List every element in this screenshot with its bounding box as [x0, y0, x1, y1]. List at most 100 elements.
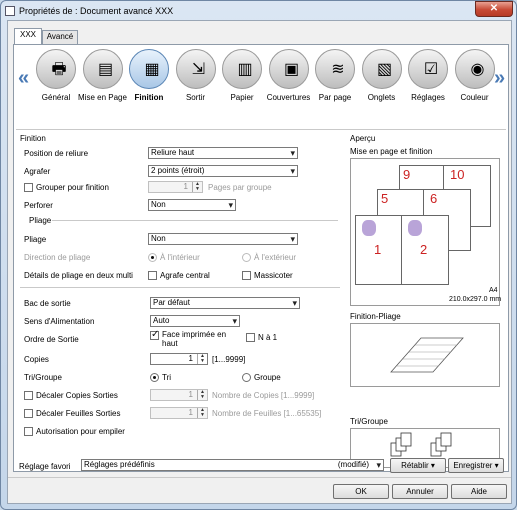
page-number-6: 6	[430, 191, 438, 206]
enregistrer-button[interactable]: Enregistrer ▾	[448, 458, 504, 473]
category-settings[interactable]: ☑ Réglages	[406, 49, 450, 127]
grouper-checkbox[interactable]	[24, 183, 33, 192]
interieur-label: À l'intérieur	[160, 253, 200, 262]
interieur-radio[interactable]	[148, 253, 157, 262]
reglage-favori-select[interactable]: Réglages prédéfinis (modifié)	[81, 459, 384, 471]
layout-preview: 9 10 5 6 1 2 A4 210.0x297.0 mm	[350, 158, 501, 306]
n-a-1-checkbox[interactable]	[246, 333, 255, 342]
page-number-2: 2	[420, 242, 428, 257]
decaler-copies-stepper[interactable]: 1 ▲ ▼	[150, 389, 208, 401]
category-layout[interactable]: ▤ Mise en Page	[78, 49, 127, 127]
settings-icon: ☑	[423, 61, 439, 78]
copies-stepper[interactable]: 1 ▲ ▼	[150, 353, 208, 365]
category-icon-frame: 🖶	[36, 49, 76, 89]
category-icon-frame: ◉	[454, 49, 495, 89]
paper-size: A4	[489, 287, 498, 294]
category-tabs[interactable]: ▧ Onglets	[360, 49, 404, 127]
category-bar: « 🖶 Général ▤ Mise en Page ▦ Finition ⇲ Sortir ▥…	[14, 45, 508, 131]
finition-pliage-label: Finition-Pliage	[350, 312, 401, 321]
bac-sortie-select[interactable]: Par défaut	[150, 297, 300, 309]
aide-button[interactable]: Aide	[451, 484, 507, 499]
details-pliage-label: Détails de pliage en deux multi	[24, 271, 133, 280]
color-icon: ◉	[470, 61, 485, 78]
category-cover[interactable]: ▣ Couvertures	[267, 49, 311, 127]
decaler-feuilles-stepper[interactable]: 1 ▲ ▼	[150, 407, 208, 419]
category-icon-frame: ▧	[361, 49, 402, 89]
paper-icon: ▥	[237, 61, 253, 78]
face-imprimee-checkbox[interactable]	[150, 329, 159, 340]
cover-icon: ▣	[283, 61, 300, 78]
perforer-select[interactable]: Non	[148, 199, 236, 211]
window-title: Propriétés de : Document avancé XXX	[19, 6, 174, 16]
preview-page-1: 1	[355, 215, 403, 285]
pliage-label: Pliage	[24, 235, 47, 244]
title-bar: Propriétés de : Document avancé XXX	[5, 4, 475, 18]
category-printer[interactable]: 🖶 Général	[34, 49, 78, 127]
category-color[interactable]: ◉ Couleur	[453, 49, 497, 127]
agrafer-select[interactable]: 2 points (étroit)	[148, 165, 298, 177]
massicoter-label: Massicoter	[254, 271, 293, 280]
tab-xxx[interactable]: XXX	[14, 28, 42, 44]
bac-sortie-label: Bac de sortie	[24, 299, 71, 308]
preview-page-2: 2	[401, 215, 449, 285]
decaler-copies-checkbox[interactable]	[24, 391, 33, 400]
tri-label: Tri	[162, 373, 172, 382]
agrafe-centrale-checkbox[interactable]	[148, 271, 157, 280]
category-finishing[interactable]: ▦ Finition	[127, 49, 171, 127]
autorisation-empiler-checkbox[interactable]	[24, 427, 33, 436]
autorisation-empiler-label: Autorisation pour empiler	[36, 427, 125, 436]
groupe-radio[interactable]	[242, 373, 251, 382]
massicoter-checkbox[interactable]	[242, 271, 251, 280]
exterieur-radio[interactable]	[242, 253, 251, 262]
apercu-title: Aperçu	[350, 134, 376, 143]
category-icon-frame: ▤	[82, 49, 123, 89]
per-page-icon: ≋	[331, 61, 345, 78]
category-output[interactable]: ⇲ Sortir	[174, 49, 218, 127]
n-a-1-label: N à 1	[258, 333, 278, 342]
ok-button[interactable]: OK	[333, 484, 389, 499]
modifie-indicator: (modifié)	[337, 460, 369, 469]
position-reliure-select[interactable]: Reliure haut	[148, 147, 298, 159]
agrafe-centrale-label: Agrafe central	[160, 271, 210, 280]
nombre-feuilles-label: Nombre de Feuilles [1...65535]	[212, 409, 322, 418]
annuler-button[interactable]: Annuler	[392, 484, 448, 499]
position-reliure-label: Position de reliure	[24, 149, 89, 158]
close-button[interactable]: ✕	[475, 1, 513, 17]
retablir-label: Rétablir	[401, 461, 429, 470]
grouper-stepper[interactable]: 1 ▲ ▼	[148, 181, 203, 193]
reglage-favori-label: Réglage favori	[19, 462, 71, 471]
sens-alimentation-select[interactable]: Auto	[150, 315, 240, 327]
tab-panel: « 🖶 Général ▤ Mise en Page ▦ Finition ⇲ Sortir ▥…	[13, 44, 509, 472]
tabs-icon: ▧	[376, 61, 393, 78]
pliage-select[interactable]: Non	[148, 233, 298, 245]
category-icon-frame: ☑	[408, 49, 448, 89]
client-area: XXX Avancé « 🖶 Général ▤ Mise en Page ▦ Finit…	[7, 20, 512, 504]
flower-image	[408, 220, 422, 236]
page-number-10: 10	[450, 167, 465, 182]
decaler-feuilles-checkbox[interactable]	[24, 409, 33, 418]
category-paper[interactable]: ▥ Papier	[220, 49, 264, 127]
page-number-1: 1	[374, 242, 382, 257]
retablir-button[interactable]: Rétablir ▾	[390, 458, 446, 473]
chevron-down-icon: ▾	[430, 461, 435, 470]
tri-groupe-label: Tri/Groupe	[24, 373, 62, 382]
window-icon	[5, 6, 15, 16]
ordre-sortie-label: Ordre de Sortie	[24, 335, 79, 344]
printer-icon: 🖶	[51, 61, 67, 78]
layout-icon: ▤	[97, 61, 114, 78]
scroll-left-icon[interactable]: «	[18, 67, 29, 90]
tab-avance[interactable]: Avancé	[42, 30, 78, 44]
copies-label: Copies	[24, 355, 49, 364]
grouper-label: Grouper pour finition	[36, 183, 109, 192]
dialog-window: Propriétés de : Document avancé XXX ✕ XX…	[0, 0, 517, 510]
finition-group-title: Finition	[20, 134, 46, 143]
category-per-page[interactable]: ≋ Par page	[313, 49, 357, 127]
tri-groupe-preview-label: Tri/Groupe	[350, 417, 388, 426]
finishing-icon: ▦	[144, 61, 160, 78]
enregistrer-label: Enregistrer	[453, 461, 493, 470]
scroll-right-icon[interactable]: »	[494, 67, 505, 90]
perforer-label: Perforer	[24, 201, 53, 210]
page-number-5: 5	[381, 191, 389, 206]
grouper-value: 1	[183, 182, 188, 191]
tri-radio[interactable]	[150, 373, 159, 382]
